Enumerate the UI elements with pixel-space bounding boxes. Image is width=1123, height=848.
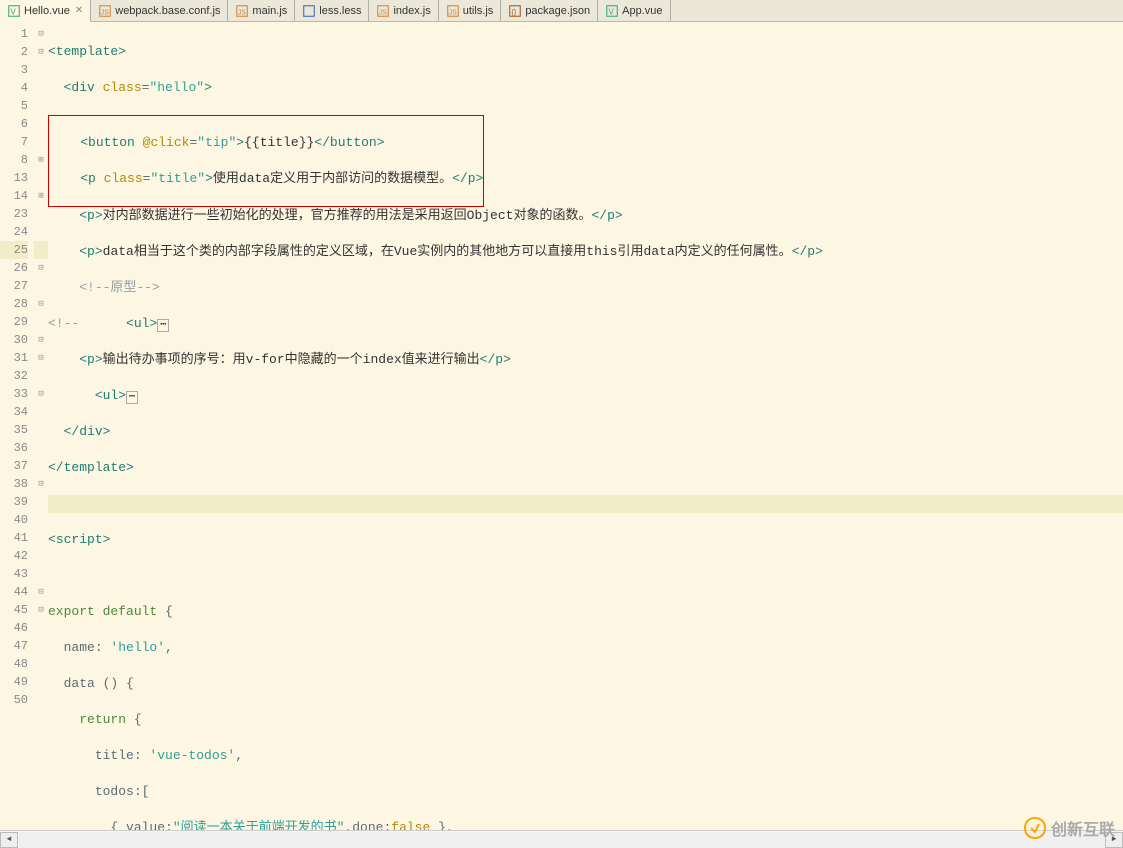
vue-icon: V [605, 4, 619, 18]
watermark: 创新互联 [1023, 816, 1115, 840]
tab-label: App.vue [622, 5, 662, 17]
code-line: <script> [48, 531, 1123, 549]
svg-text:V: V [609, 7, 615, 16]
svg-text:JS: JS [238, 9, 247, 16]
scroll-track[interactable] [18, 832, 1105, 848]
vue-icon: V [7, 4, 21, 18]
highlight-box: <button @click="tip">{{title}}</button> … [48, 115, 484, 207]
svg-text:JS: JS [448, 9, 457, 16]
code-line: <div class="hello"> [48, 79, 1123, 97]
code-line: <p>输出待办事项的序号：用v-for中隐藏的一个index值来进行输出</p> [48, 351, 1123, 369]
tab-hello-vue[interactable]: V Hello.vue ✕ [0, 0, 91, 22]
js-icon: JS [446, 4, 460, 18]
code-line: <button @click="tip">{{title}}</button> [49, 134, 483, 152]
watermark-icon [1023, 816, 1047, 840]
code-line-current [48, 495, 1123, 513]
code-line: <ul>⋯ [48, 387, 1123, 405]
code-line: data () { [48, 675, 1123, 693]
svg-text:{}: {} [512, 9, 517, 16]
tab-main-js[interactable]: JS main.js [228, 0, 295, 21]
code-line: <p class="title">使用data定义用于内部访问的数据模型。</p… [49, 170, 483, 188]
tab-label: package.json [525, 5, 590, 17]
svg-text:V: V [11, 7, 17, 16]
tab-label: main.js [252, 5, 287, 17]
code-line: </template> [48, 459, 1123, 477]
tab-label: webpack.base.conf.js [115, 5, 220, 17]
tab-label: Hello.vue [24, 5, 70, 17]
code-line: title: 'vue-todos', [48, 747, 1123, 765]
js-icon: JS [98, 4, 112, 18]
tab-app-vue[interactable]: V App.vue [598, 0, 670, 21]
tab-utils-js[interactable]: JS utils.js [439, 0, 502, 21]
code-line: </div> [48, 423, 1123, 441]
code-line: <p>对内部数据进行一些初始化的处理，官方推荐的用法是采用返回Object对象的… [48, 207, 1123, 225]
close-icon[interactable]: ✕ [75, 5, 83, 16]
fold-indicator[interactable]: ⋯ [157, 319, 169, 332]
js-icon: JS [235, 4, 249, 18]
svg-text:JS: JS [379, 9, 388, 16]
tab-index-js[interactable]: JS index.js [369, 0, 438, 21]
js-icon: JS [376, 4, 390, 18]
line-numbers: 1234567813142324252627282930313233343536… [0, 22, 34, 830]
code-line: todos:[ [48, 783, 1123, 801]
tab-bar: V Hello.vue ✕ JS webpack.base.conf.js JS mai… [0, 0, 1123, 22]
code-line [48, 567, 1123, 585]
code-content[interactable]: <template> <div class="hello"> <button @… [48, 22, 1123, 830]
tab-label: utils.js [463, 5, 494, 17]
scroll-left-button[interactable]: ◄ [0, 832, 18, 848]
json-icon: {} [508, 4, 522, 18]
code-line: export default { [48, 603, 1123, 621]
fold-column[interactable]: ⊟⊟⊞⊞⊟⊟⊟⊟⊟⊟⊟⊟ [34, 22, 48, 830]
code-line: <template> [48, 43, 1123, 61]
code-line: { value:"阅读一本关于前端开发的书",done:false }, [48, 819, 1123, 830]
less-icon [302, 4, 316, 18]
tab-package-json[interactable]: {} package.json [501, 0, 598, 21]
tab-label: index.js [393, 5, 430, 17]
horizontal-scrollbar[interactable]: ◄ ► [0, 830, 1123, 848]
tab-less[interactable]: less.less [295, 0, 369, 21]
tab-label: less.less [319, 5, 361, 17]
fold-indicator[interactable]: ⋯ [126, 391, 138, 404]
code-line: name: 'hello', [48, 639, 1123, 657]
code-line: <!-- <ul>⋯ [48, 315, 1123, 333]
svg-text:JS: JS [101, 9, 110, 16]
code-line: return { [48, 711, 1123, 729]
code-editor[interactable]: 1234567813142324252627282930313233343536… [0, 22, 1123, 830]
code-line: <!--原型--> [48, 279, 1123, 297]
tab-webpack-conf[interactable]: JS webpack.base.conf.js [91, 0, 228, 21]
code-line: <p>data相当于这个类的内部字段属性的定义区域，在Vue实例内的其他地方可以… [48, 243, 1123, 261]
